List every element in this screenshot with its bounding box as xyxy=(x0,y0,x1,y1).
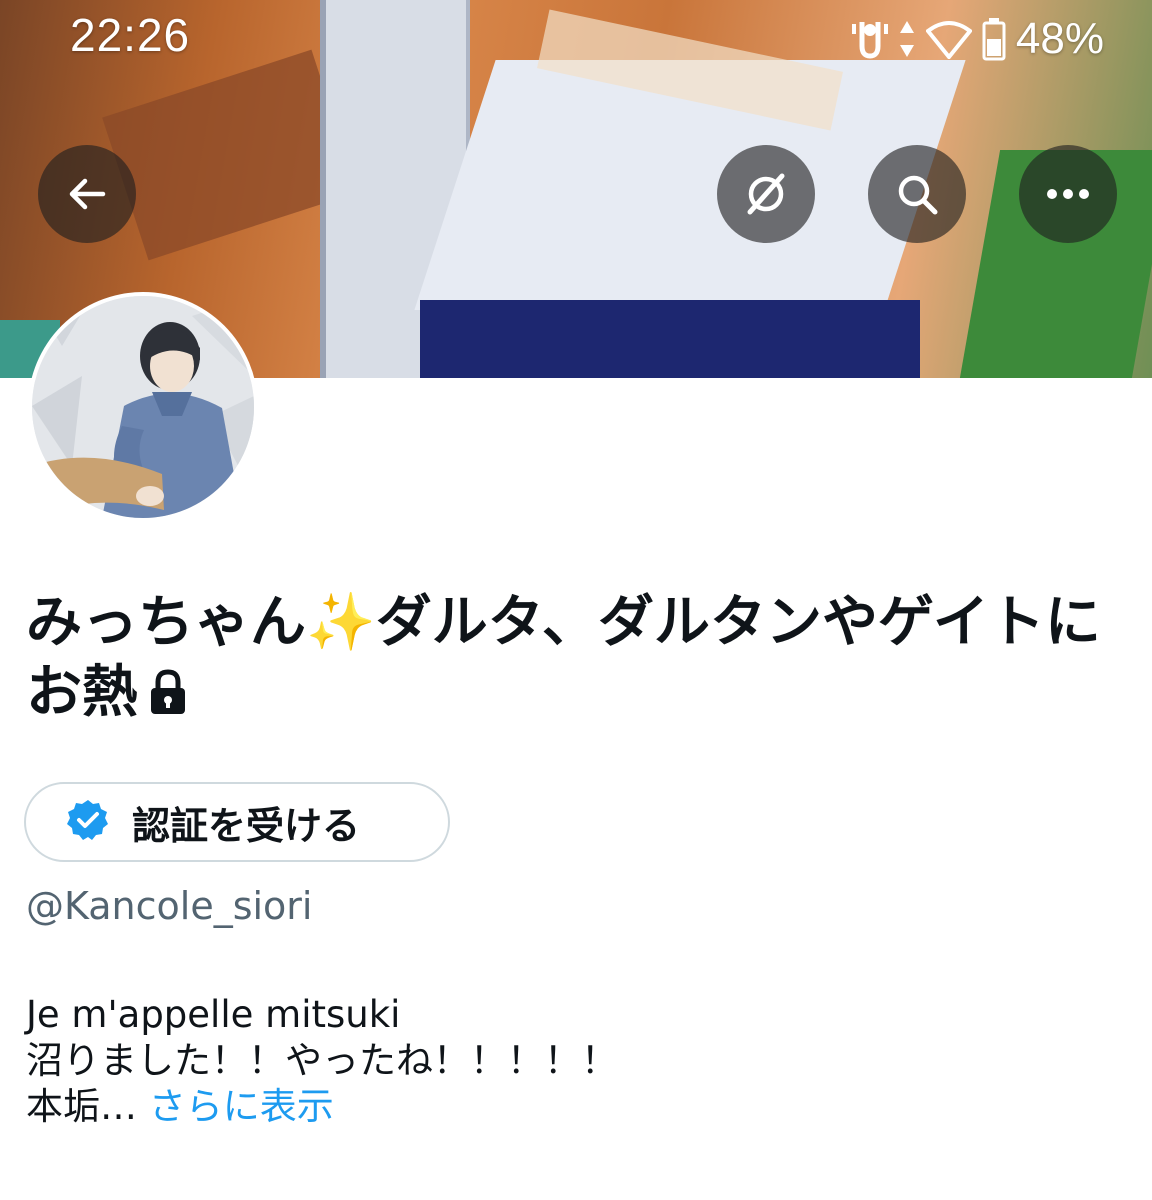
bio-line: 本垢… xyxy=(26,1085,137,1128)
bio: Je m'appelle mitsuki 沼りました！！やったね！！！！！ 本垢… xyxy=(26,992,618,1130)
vibrate-icon xyxy=(851,16,888,62)
data-arrows-icon xyxy=(898,19,916,59)
bio-line-truncated: 本垢… さらに表示 xyxy=(26,1084,618,1130)
display-name: みっちゃん✨ダルタ、ダルタンやゲイトにお熱 xyxy=(26,588,1126,732)
search-icon xyxy=(898,175,938,215)
bio-line: 沼りました！！やったね！！！！！ xyxy=(26,1039,618,1082)
show-more-link[interactable]: さらに表示 xyxy=(149,1085,334,1128)
banner-shape xyxy=(420,300,920,378)
more-horizontal-icon xyxy=(1047,189,1089,199)
arrow-left-icon xyxy=(69,178,106,210)
battery-percentage: 48% xyxy=(1015,14,1104,63)
battery-icon xyxy=(982,17,1006,61)
avatar[interactable] xyxy=(28,292,258,522)
search-button[interactable] xyxy=(868,145,966,243)
grok-button[interactable] xyxy=(717,145,815,243)
verified-badge-icon xyxy=(66,798,110,846)
get-verified-label: 認証を受ける xyxy=(132,803,361,848)
bio-line: Je m'appelle mitsuki xyxy=(26,993,401,1036)
get-verified-button[interactable]: 認証を受ける xyxy=(24,782,450,862)
avatar-image xyxy=(32,296,254,518)
status-icons: 48% xyxy=(851,14,1104,64)
grok-icon xyxy=(747,173,785,215)
lock-icon xyxy=(148,662,188,732)
back-button[interactable] xyxy=(38,145,136,243)
status-time: 22:26 xyxy=(70,9,191,61)
more-button[interactable] xyxy=(1019,145,1117,243)
username-handle: @Kancole_siori xyxy=(26,884,313,928)
wifi-icon xyxy=(925,19,972,59)
